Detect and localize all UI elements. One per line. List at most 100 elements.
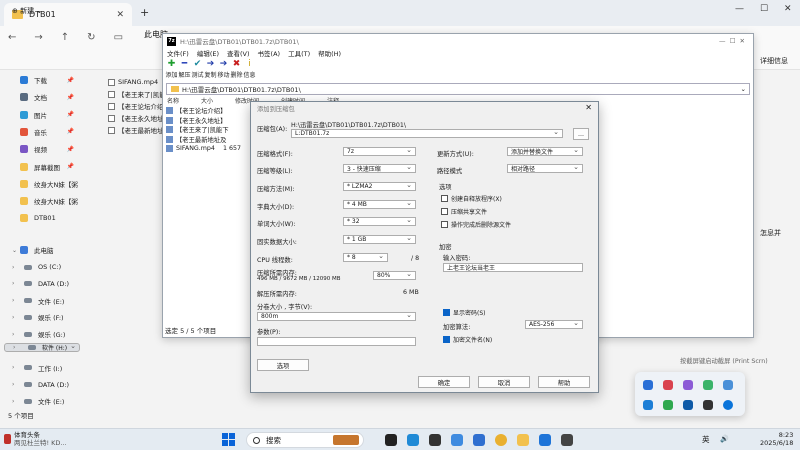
chevron-right-icon[interactable]: ›	[12, 364, 14, 371]
column-header[interactable]: 名称	[167, 96, 179, 105]
toolbar-button[interactable]: ➔ 移动	[217, 59, 230, 81]
start-button[interactable]	[222, 433, 235, 446]
sidebar-item[interactable]: 视频 📌	[4, 141, 80, 157]
tray-app-icon-2[interactable]	[663, 380, 673, 390]
list-item[interactable]: 【老王最新地址	[108, 124, 168, 136]
sidebar-drive[interactable]: › OS (C:)	[4, 259, 80, 275]
chevron-right-icon[interactable]: ›	[13, 344, 15, 351]
chevron-right-icon[interactable]: ›	[12, 398, 14, 405]
news-widget[interactable]: 体育头条 两见杜兰特! KD...	[4, 431, 67, 447]
toolbar-button[interactable]: ━ 解压	[178, 59, 191, 81]
mem-percent-select[interactable]: 80%	[373, 270, 416, 280]
encrypt-names-checkbox[interactable]: 加密文件名(N)	[443, 335, 492, 344]
clock[interactable]: 8:23 2025/6/18	[760, 431, 793, 447]
list-item[interactable]: 【老王永久地址	[108, 112, 168, 124]
menu-item[interactable]: 查看(V)	[227, 48, 250, 59]
password-input[interactable]: 上老王论坛当老王	[443, 263, 583, 272]
sidebar-drive[interactable]: › 娱乐 (F:)	[4, 309, 80, 325]
tray-app-icon-9[interactable]	[703, 400, 713, 410]
volume-icon[interactable]: 🔊	[720, 435, 729, 443]
level-select[interactable]: 3 - 快速压缩	[343, 163, 416, 173]
input-method-indicator[interactable]: 英	[702, 434, 710, 445]
details-button[interactable]: 详细信息	[760, 56, 788, 66]
archive-name-combo[interactable]: L:DTB01.7z	[291, 128, 563, 138]
7zip-window-controls[interactable]: — ☐ ✕	[719, 37, 745, 45]
toolbar-button[interactable]: ✔ 测试	[191, 59, 204, 81]
sidebar-drive[interactable]: › 娱乐 (G:)	[4, 326, 80, 342]
menu-item[interactable]: 文件(F)	[167, 48, 189, 59]
update-select[interactable]: 添加并替换文件	[507, 146, 583, 156]
tray-app-icon-6[interactable]	[643, 400, 653, 410]
back-arrow-icon[interactable]: ←	[8, 32, 16, 43]
minimize-button[interactable]: —	[735, 4, 744, 14]
sidebar-item[interactable]: 音乐 📌	[4, 124, 80, 140]
tray-app-icon-3[interactable]	[683, 380, 693, 390]
toolbar-button[interactable]: ✖ 删除	[230, 59, 243, 81]
sidebar-drive[interactable]: › 工作 (I:)	[4, 360, 80, 376]
taskbar-app-explorer[interactable]	[517, 434, 529, 446]
sidebar-drive[interactable]: › 软件 (H:)	[4, 342, 80, 352]
toolbar-button[interactable]: ➔ 复制	[204, 59, 217, 81]
close-window-button[interactable]: ✕	[784, 4, 792, 14]
dict-select[interactable]: * 4 MB	[343, 199, 416, 209]
chevron-right-icon[interactable]: ›	[12, 297, 14, 304]
taskbar-app-browser[interactable]	[473, 434, 485, 446]
method-select[interactable]: * LZMA2	[343, 181, 416, 191]
tray-app-icon-5[interactable]	[723, 380, 733, 390]
threads-select[interactable]: * 8	[343, 252, 388, 262]
chevron-right-icon[interactable]: ›	[12, 381, 14, 388]
new-button[interactable]: ⊕ 新建 ⌄	[12, 6, 42, 16]
show-password-checkbox[interactable]: 显示密码(S)	[443, 308, 486, 317]
menu-item[interactable]: 编辑(E)	[197, 48, 219, 59]
dialog-close-icon[interactable]: ✕	[585, 103, 592, 112]
sidebar-item[interactable]: 纹身大N妹【粥	[4, 176, 80, 192]
taskbar-app-edge[interactable]	[407, 434, 419, 446]
sidebar-item[interactable]: 文档 📌	[4, 89, 80, 105]
column-header[interactable]: 大小	[201, 96, 213, 105]
sidebar-drive[interactable]: › 文件 (E:)	[4, 293, 80, 309]
chevron-down-icon[interactable]: ⌄	[741, 85, 746, 93]
table-row[interactable]: 【老王论坛介绍】	[166, 106, 246, 116]
refresh-icon[interactable]: ↻	[87, 32, 95, 43]
up-arrow-icon[interactable]: ↑	[61, 32, 69, 43]
chevron-down-icon[interactable]: ⌄	[12, 247, 17, 254]
help-button[interactable]: 帮助	[538, 376, 590, 388]
taskbar-search[interactable]: 搜索	[246, 432, 364, 448]
7zip-path-field[interactable]: H:\迅雷云盘\DTB01\DTB01.7z\DTB01\ ⌄	[166, 83, 750, 95]
menu-item[interactable]: 书签(A)	[258, 48, 281, 59]
sfx-checkbox[interactable]: 创建自释放程序(X)	[441, 194, 502, 203]
menu-item[interactable]: 帮助(H)	[318, 48, 341, 59]
list-item[interactable]: 【老王论坛介绍	[108, 100, 168, 112]
sidebar-item[interactable]: 图片 📌	[4, 107, 80, 123]
chevron-right-icon[interactable]: ›	[12, 314, 14, 321]
taskbar-app-mail[interactable]	[451, 434, 463, 446]
list-item[interactable]: SIFANG.mp4	[108, 76, 168, 88]
ok-button[interactable]: 确定	[418, 376, 470, 388]
maximize-button[interactable]: ☐	[760, 4, 768, 14]
table-row[interactable]: 【老王永久地址】	[166, 116, 246, 126]
new-tab-button[interactable]: +	[140, 6, 149, 19]
list-item[interactable]: 【老王来了|凯能	[108, 88, 168, 100]
tray-app-icon-4[interactable]	[703, 380, 713, 390]
solid-select[interactable]: * 1 GB	[343, 234, 416, 244]
params-input[interactable]	[257, 337, 416, 346]
sidebar-item[interactable]: 下载 📌	[4, 72, 80, 88]
taskbar-app-task-view[interactable]	[385, 434, 397, 446]
chevron-right-icon[interactable]: ›	[12, 264, 14, 271]
taskbar-app-chrome[interactable]	[495, 434, 507, 446]
sidebar-drive[interactable]: › DATA (D:)	[4, 377, 80, 393]
split-select[interactable]: 800m	[257, 311, 416, 321]
taskbar-app-7zip-2[interactable]	[561, 434, 573, 446]
format-select[interactable]: 7z	[343, 146, 416, 156]
browse-button[interactable]: ...	[573, 128, 589, 140]
bluetooth-icon[interactable]	[723, 400, 733, 410]
cancel-button[interactable]: 取消	[478, 376, 530, 388]
forward-arrow-icon[interactable]: →	[34, 32, 42, 43]
sidebar-item-this-pc[interactable]: ⌄ 此电脑	[4, 242, 80, 258]
table-row[interactable]: 【老王最新地址及	[166, 135, 246, 145]
table-row[interactable]: 【老王来了|凯能下	[166, 125, 246, 135]
close-tab-icon[interactable]: ✕	[116, 10, 124, 20]
chevron-right-icon[interactable]: ›	[12, 331, 14, 338]
taskbar-app-blue[interactable]	[539, 434, 551, 446]
chevron-right-icon[interactable]: ›	[12, 280, 14, 287]
